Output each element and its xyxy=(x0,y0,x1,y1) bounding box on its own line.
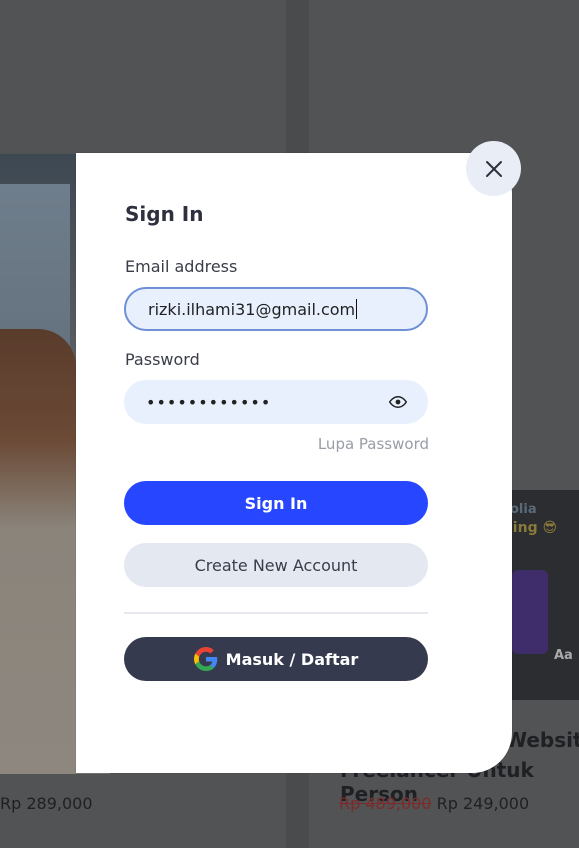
text-caret xyxy=(356,299,358,319)
email-label: Email address xyxy=(125,257,238,276)
sign-in-button[interactable]: Sign In xyxy=(124,481,428,525)
close-button[interactable] xyxy=(466,141,521,196)
google-icon xyxy=(193,647,218,671)
eye-icon[interactable] xyxy=(388,393,408,415)
background-card-title: Website xyxy=(505,728,579,752)
password-field[interactable]: •••••••••••• xyxy=(124,380,428,424)
create-account-button[interactable]: Create New Account xyxy=(124,543,428,587)
password-value: •••••••••••• xyxy=(146,392,272,412)
google-button-label: Masuk / Daftar xyxy=(225,649,359,669)
thumbnail-text: olia xyxy=(510,502,537,517)
google-sign-in-button[interactable]: Masuk / Daftar xyxy=(124,637,428,681)
close-icon xyxy=(485,160,503,178)
forgot-password-link[interactable]: Lupa Password xyxy=(318,435,429,453)
background-original-price: Rp 489,000 xyxy=(339,794,432,813)
thumbnail-text: ling 😎 xyxy=(508,520,558,536)
sign-in-modal: Sign In Email address rizki.ilhami31@gma… xyxy=(76,153,512,773)
modal-title: Sign In xyxy=(125,202,204,226)
background-price: Rp 249,000 xyxy=(436,794,530,813)
thumbnail-text: Aa xyxy=(554,648,573,663)
divider xyxy=(124,612,428,614)
background-price: Rp 289,000 xyxy=(0,794,93,813)
email-value: rizki.ilhami31@gmail.com xyxy=(148,299,356,319)
password-label: Password xyxy=(125,350,200,369)
email-field[interactable]: rizki.ilhami31@gmail.com xyxy=(124,287,428,331)
